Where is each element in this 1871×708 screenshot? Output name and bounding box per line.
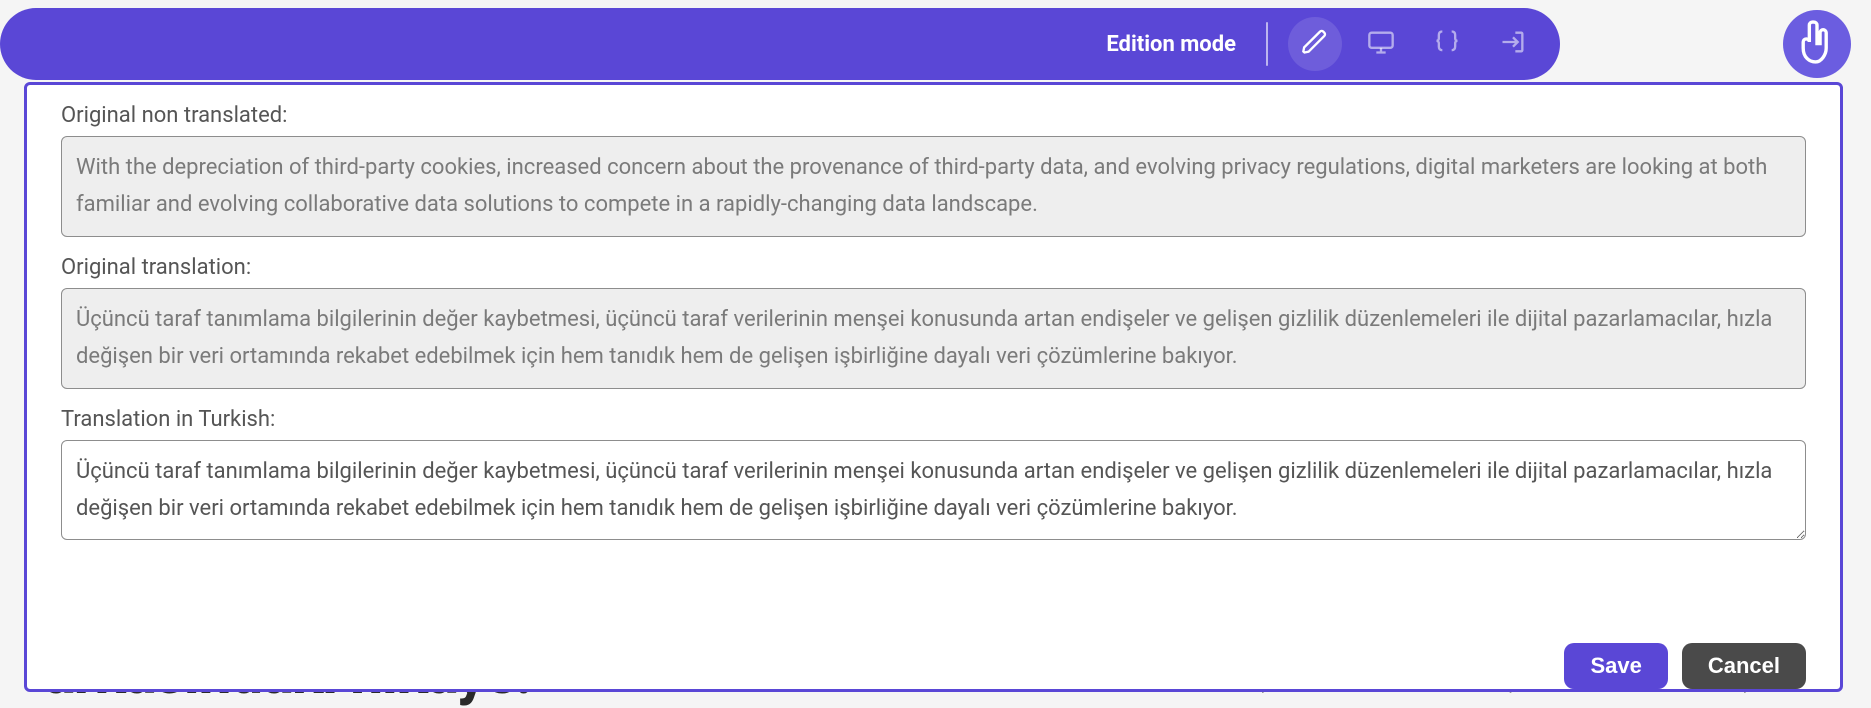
toolbar-divider: [1266, 22, 1268, 66]
monitor-icon: [1367, 28, 1395, 60]
modal-scroll-area[interactable]: Original non translated: With the deprec…: [27, 85, 1840, 637]
preview-button[interactable]: [1354, 17, 1408, 71]
cancel-button[interactable]: Cancel: [1682, 643, 1806, 689]
translation-modal: Original non translated: With the deprec…: [24, 82, 1843, 692]
top-bar: Edition mode: [0, 8, 1560, 80]
original-translation-value: Üçüncü taraf tanımlama bilgilerinin değe…: [61, 288, 1806, 389]
edit-button[interactable]: [1288, 17, 1342, 71]
code-button[interactable]: [1420, 17, 1474, 71]
braces-icon: [1433, 28, 1461, 60]
translation-turkish-group: Translation in Turkish:: [61, 407, 1806, 545]
original-nontranslated-group: Original non translated: With the deprec…: [61, 103, 1806, 237]
original-translation-label: Original translation:: [61, 255, 1806, 280]
modal-button-row: Save Cancel: [27, 637, 1840, 689]
original-nontranslated-value: With the depreciation of third-party coo…: [61, 136, 1806, 237]
translation-turkish-label: Translation in Turkish:: [61, 407, 1806, 432]
exit-icon: [1499, 28, 1527, 60]
app-launcher-button[interactable]: [1783, 10, 1851, 78]
translation-turkish-input[interactable]: [61, 440, 1806, 541]
original-nontranslated-label: Original non translated:: [61, 103, 1806, 128]
exit-button[interactable]: [1486, 17, 1540, 71]
edition-mode-label: Edition mode: [1106, 32, 1236, 57]
save-button[interactable]: Save: [1564, 643, 1667, 689]
original-translation-group: Original translation: Üçüncü taraf tanım…: [61, 255, 1806, 389]
pencil-icon: [1301, 28, 1329, 60]
finger-icon: [1798, 19, 1836, 69]
